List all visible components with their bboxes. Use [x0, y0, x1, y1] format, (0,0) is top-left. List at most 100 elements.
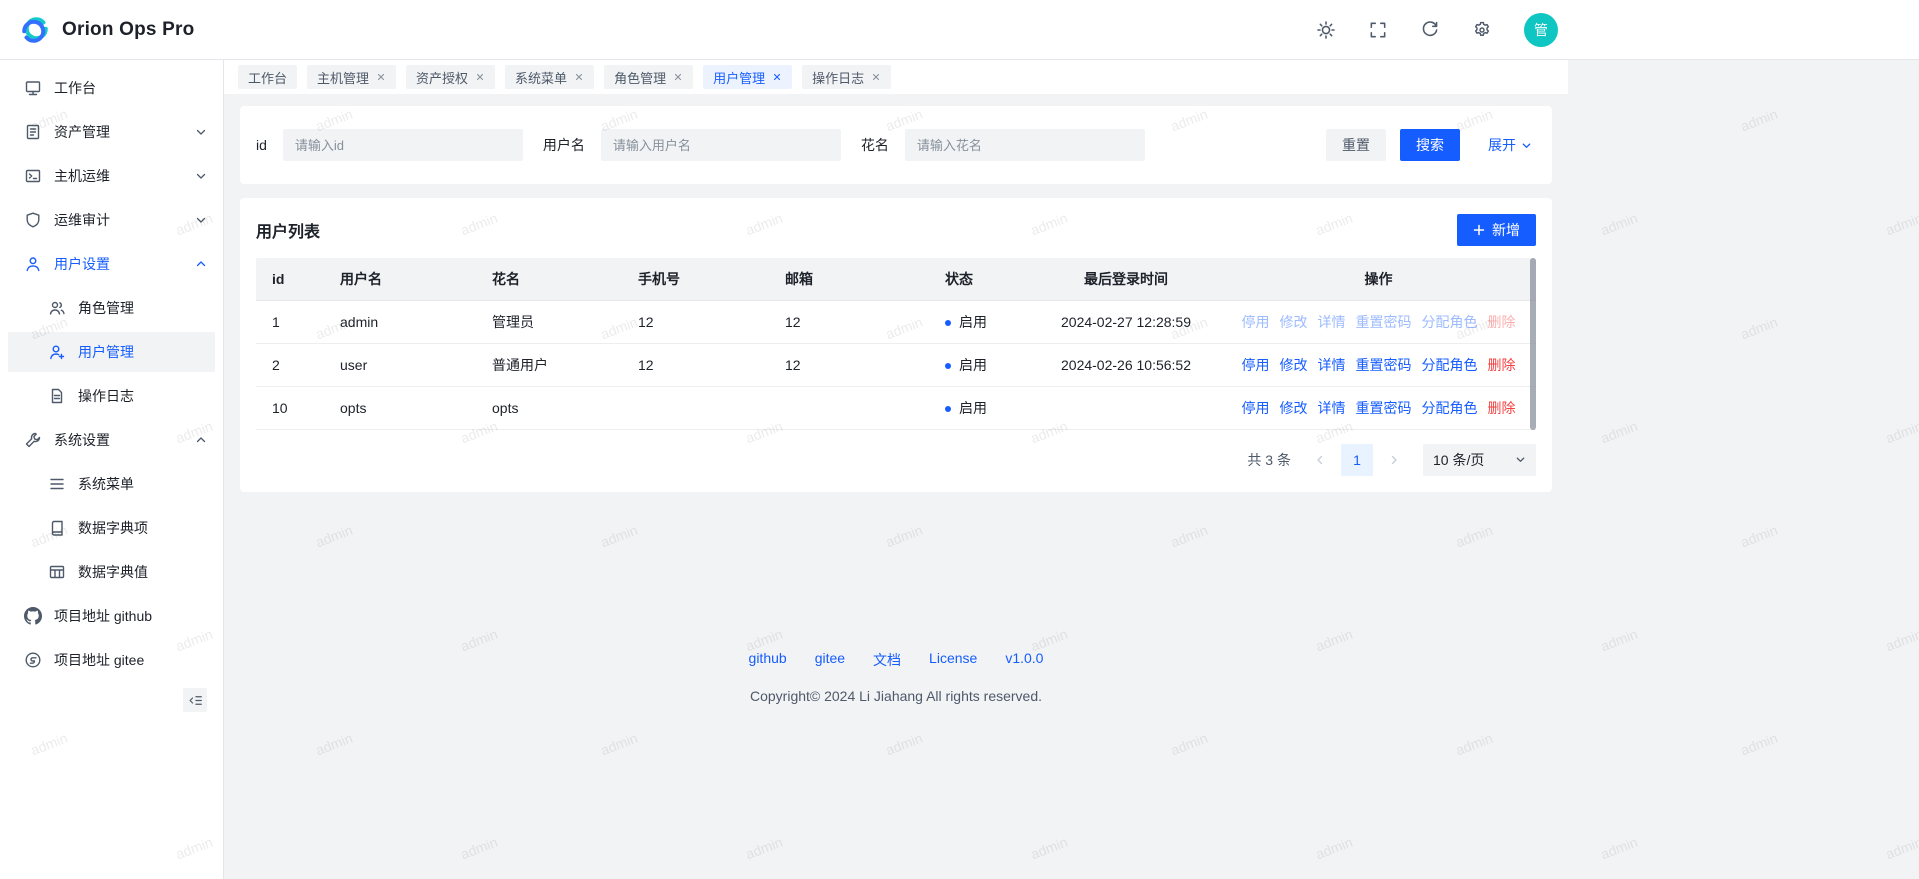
cell-mobile: 12: [628, 343, 775, 386]
cell-id: 2: [256, 343, 330, 386]
tab-workbench[interactable]: 工作台: [238, 65, 297, 89]
tab-role-management[interactable]: 角色管理: [604, 65, 693, 89]
sidebar-item-workbench[interactable]: 工作台: [8, 68, 215, 108]
disable-action[interactable]: 停用: [1242, 357, 1270, 373]
table-scrollbar[interactable]: [1530, 258, 1536, 430]
close-icon[interactable]: [871, 72, 881, 82]
sidebar-item-operation-log[interactable]: 操作日志: [8, 376, 215, 416]
sidebar-item-label: 角色管理: [78, 298, 207, 318]
nickname-label: 花名: [861, 135, 889, 155]
sidebar-item-label: 用户管理: [78, 342, 207, 362]
table-row: 2 user 普通用户 12 12 启用 2024-02-26 10:56:52…: [256, 343, 1536, 386]
column-header-last-login: 最后登录时间: [1031, 258, 1221, 300]
tab-asset-authorization[interactable]: 资产授权: [406, 65, 495, 89]
close-icon[interactable]: [376, 72, 386, 82]
sidebar-item-label: 工作台: [54, 78, 207, 98]
tab-label: 资产授权: [416, 68, 468, 87]
app-title: Orion Ops Pro: [62, 19, 194, 41]
sidebar-item-dict-item[interactable]: 数据字典项: [8, 508, 215, 548]
theme-brightness-icon[interactable]: [1316, 20, 1336, 40]
edit-action[interactable]: 修改: [1280, 400, 1308, 416]
pagination-total: 共 3 条: [1247, 450, 1291, 470]
search-actions: 重置 搜索 展开: [1326, 129, 1536, 161]
assign-role-action[interactable]: 分配角色: [1422, 400, 1478, 416]
delete-action[interactable]: 删除: [1488, 357, 1516, 373]
sidebar-item-user-management[interactable]: 用户管理: [8, 332, 215, 372]
username-input[interactable]: [601, 129, 841, 161]
detail-action[interactable]: 详情: [1318, 357, 1346, 373]
reset-password-action[interactable]: 重置密码: [1356, 400, 1412, 416]
user-avatar[interactable]: 管: [1524, 13, 1558, 47]
add-user-button[interactable]: 新增: [1457, 214, 1536, 246]
content-area: id 用户名 花名 重置 搜索 展开: [224, 94, 1568, 879]
sidebar-item-dict-value[interactable]: 数据字典值: [8, 552, 215, 592]
sidebar-item-asset-management[interactable]: 资产管理: [8, 112, 215, 152]
cell-actions: 停用修改详情重置密码分配角色删除: [1221, 343, 1536, 386]
cell-nickname: opts: [482, 386, 628, 429]
close-icon[interactable]: [673, 72, 683, 82]
cell-id: 10: [256, 386, 330, 429]
refresh-icon[interactable]: [1420, 20, 1440, 40]
footer-link-license[interactable]: License: [929, 650, 977, 670]
page-size-select[interactable]: 10 条/页: [1423, 444, 1536, 476]
close-icon[interactable]: [475, 72, 485, 82]
sidebar-item-role-management[interactable]: 角色管理: [8, 288, 215, 328]
prev-page-button[interactable]: [1307, 444, 1333, 476]
footer-link-github[interactable]: github: [749, 650, 787, 670]
search-panel: id 用户名 花名 重置 搜索 展开: [240, 106, 1552, 184]
pagination: 共 3 条 1 10 条/页: [256, 444, 1536, 476]
reset-button[interactable]: 重置: [1326, 129, 1386, 161]
cell-last-login: [1031, 386, 1221, 429]
status-dot: [945, 363, 951, 369]
delete-action[interactable]: 删除: [1488, 400, 1516, 416]
sidebar-item-host-ops[interactable]: 主机运维: [8, 156, 215, 196]
sidebar-item-github[interactable]: 项目地址 github: [8, 596, 215, 636]
delete-action[interactable]: 删除: [1488, 314, 1516, 330]
reset-password-action[interactable]: 重置密码: [1356, 357, 1412, 373]
footer-link-docs[interactable]: 文档: [873, 650, 901, 670]
close-icon[interactable]: [772, 72, 782, 82]
gitee-icon: [24, 651, 42, 669]
next-page-button[interactable]: [1381, 444, 1407, 476]
user-icon: [24, 255, 42, 273]
detail-action[interactable]: 详情: [1318, 314, 1346, 330]
disable-action[interactable]: 停用: [1242, 400, 1270, 416]
expand-button[interactable]: 展开: [1484, 129, 1536, 161]
sidebar-collapse-button[interactable]: [183, 688, 207, 712]
reset-password-action[interactable]: 重置密码: [1356, 314, 1412, 330]
assign-role-action[interactable]: 分配角色: [1422, 357, 1478, 373]
fullscreen-icon[interactable]: [1368, 20, 1388, 40]
workbench-icon: [24, 79, 42, 97]
disable-action[interactable]: 停用: [1242, 314, 1270, 330]
search-button[interactable]: 搜索: [1400, 129, 1460, 161]
tab-user-management[interactable]: 用户管理: [703, 65, 792, 89]
id-input[interactable]: [283, 129, 523, 161]
sidebar-item-gitee[interactable]: 项目地址 gitee: [8, 640, 215, 680]
close-icon[interactable]: [574, 72, 584, 82]
status-dot: [945, 320, 951, 326]
tab-system-menu[interactable]: 系统菜单: [505, 65, 594, 89]
chevron-down-icon: [195, 214, 207, 226]
tab-host-management[interactable]: 主机管理: [307, 65, 396, 89]
sidebar-item-system-settings[interactable]: 系统设置: [8, 420, 215, 460]
cell-status: 启用: [935, 386, 1031, 429]
page-1-button[interactable]: 1: [1341, 444, 1373, 476]
edit-action[interactable]: 修改: [1280, 357, 1308, 373]
assign-role-action[interactable]: 分配角色: [1422, 314, 1478, 330]
github-icon: [24, 607, 42, 625]
footer-link-version[interactable]: v1.0.0: [1005, 650, 1043, 670]
log-file-icon: [48, 387, 66, 405]
table-row: 10 opts opts 启用 停用修改详情重置密码分配角色删除: [256, 386, 1536, 429]
settings-gear-icon[interactable]: [1472, 20, 1492, 40]
detail-action[interactable]: 详情: [1318, 400, 1346, 416]
edit-action[interactable]: 修改: [1280, 314, 1308, 330]
footer-link-gitee[interactable]: gitee: [815, 650, 845, 670]
nickname-input[interactable]: [905, 129, 1145, 161]
sidebar-item-ops-audit[interactable]: 运维审计: [8, 200, 215, 240]
cell-username: opts: [330, 386, 482, 429]
cell-username: user: [330, 343, 482, 386]
sidebar-item-user-settings[interactable]: 用户设置: [8, 244, 215, 284]
sidebar-item-system-menu[interactable]: 系统菜单: [8, 464, 215, 504]
tab-operation-log[interactable]: 操作日志: [802, 65, 891, 89]
user-table: id 用户名 花名 手机号 邮箱 状态 最后登录时间 操作: [256, 258, 1536, 430]
